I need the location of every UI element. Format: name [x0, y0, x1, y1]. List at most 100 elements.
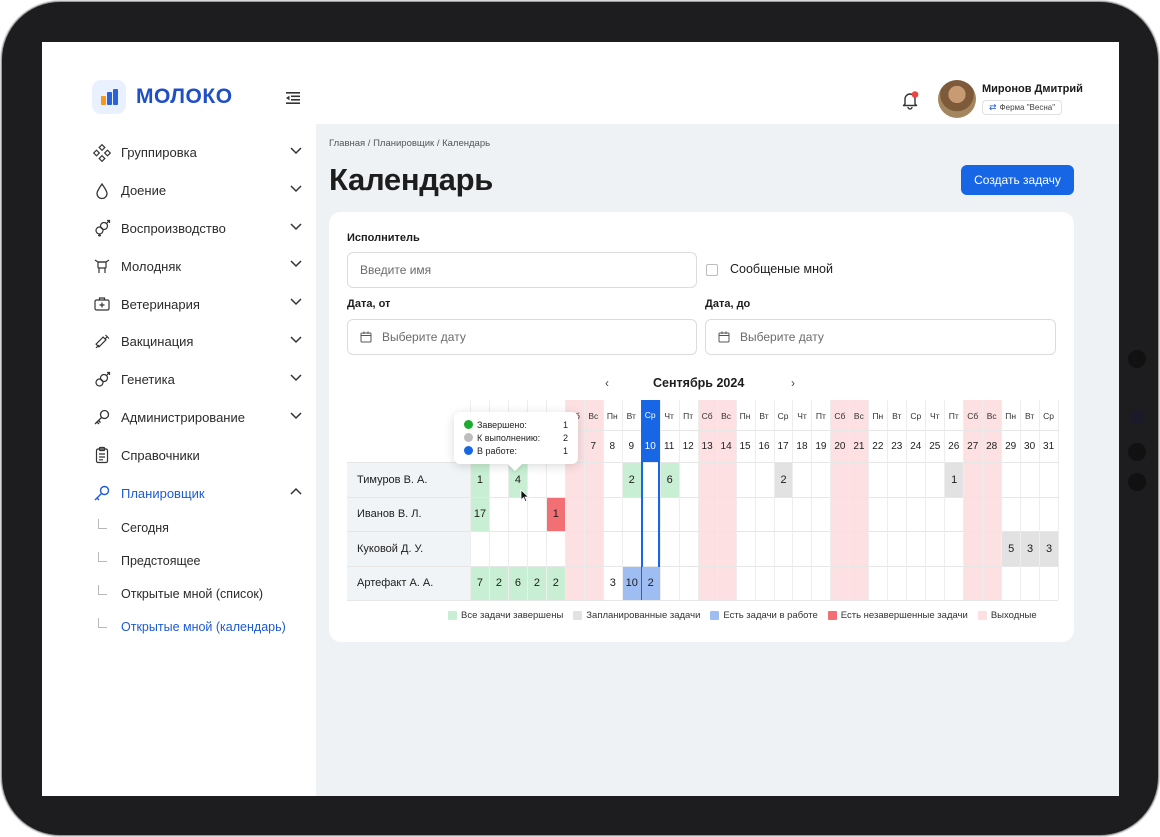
next-month-button[interactable]: ›: [791, 376, 795, 390]
task-count-cell[interactable]: 2: [774, 463, 793, 497]
legend-swatch: [710, 611, 720, 620]
reported-by-me-checkbox[interactable]: [706, 264, 718, 276]
date-header[interactable]: 15: [736, 430, 755, 462]
task-count-cell[interactable]: 2: [622, 463, 641, 497]
task-count-cell[interactable]: 6: [508, 566, 527, 600]
logo[interactable]: МОЛОКО: [92, 80, 233, 114]
date-header[interactable]: 12: [679, 430, 698, 462]
calendar-icon: [718, 331, 730, 343]
date-header[interactable]: 10: [640, 430, 660, 462]
create-task-button[interactable]: Создать задачу: [961, 165, 1074, 195]
collapse-menu-icon[interactable]: [286, 92, 300, 104]
weekday-header: Вт: [759, 411, 769, 421]
date-header[interactable]: 28: [982, 430, 1001, 462]
tooltip-row: Завершено: 1: [464, 418, 568, 431]
legend-item: Все задачи завершены: [448, 610, 563, 621]
date-header[interactable]: 14: [717, 430, 736, 462]
date-header[interactable]: 24: [906, 430, 925, 462]
task-count-cell[interactable]: 3: [1040, 532, 1059, 566]
sidebar-subitem-3[interactable]: Открытые мной (календарь): [92, 611, 302, 644]
sidebar-item-label: Доение: [121, 183, 167, 199]
task-count-cell[interactable]: 2: [527, 566, 546, 600]
task-count-cell[interactable]: 10: [622, 566, 641, 600]
sidebar-item-8[interactable]: Справочники: [92, 436, 302, 474]
date-header[interactable]: 29: [1001, 430, 1020, 462]
key-icon: [92, 407, 112, 427]
task-count-cell[interactable]: 3: [604, 567, 622, 601]
sidebar: МОЛОКО Группировка Доение Воспроизводство М…: [42, 42, 316, 796]
weekday-header: Пн: [872, 411, 884, 421]
grid-line: [1058, 400, 1060, 600]
sidebar-subitem-1[interactable]: Предстоящее: [92, 545, 302, 578]
date-header[interactable]: 16: [755, 430, 774, 462]
page-title: Календарь: [329, 162, 494, 197]
date-header[interactable]: 17: [774, 430, 793, 462]
date-header[interactable]: 11: [660, 430, 679, 462]
weekday-header: Вс: [588, 411, 599, 421]
sidebar-item-1[interactable]: Доение: [92, 172, 302, 210]
task-count-cell[interactable]: 5: [1002, 532, 1021, 566]
logo-icon: [92, 80, 126, 114]
vet-kit-icon: [92, 294, 112, 314]
weekday-header: Вс: [986, 411, 997, 421]
sidebar-subitem-0[interactable]: Сегодня: [92, 512, 302, 545]
legend-swatch: [977, 611, 987, 620]
sidebar-item-4[interactable]: Ветеринария: [92, 285, 302, 323]
date-header[interactable]: 25: [925, 430, 944, 462]
date-header[interactable]: 31: [1039, 430, 1058, 462]
task-count-cell[interactable]: 6: [660, 463, 679, 497]
date-header[interactable]: 20: [830, 430, 849, 462]
date-header[interactable]: 18: [792, 430, 811, 462]
executor-name: Иванов В. Л.: [347, 497, 470, 531]
avatar[interactable]: [938, 80, 976, 118]
date-header[interactable]: 7: [584, 430, 603, 462]
weekday-header: Вт: [1024, 411, 1035, 421]
date-header[interactable]: 26: [944, 430, 963, 462]
task-count-cell[interactable]: 2: [641, 566, 660, 600]
date-header[interactable]: 27: [963, 430, 982, 462]
tooltip-row: В работе: 1: [464, 444, 568, 457]
date-header[interactable]: 23: [887, 430, 906, 462]
sidebar-item-9[interactable]: Планировщик: [92, 474, 302, 512]
date-header[interactable]: 30: [1020, 430, 1039, 462]
sidebar-item-3[interactable]: Молодняк: [92, 247, 302, 285]
prev-month-button[interactable]: ‹: [605, 376, 609, 390]
notification-bell-icon[interactable]: [900, 90, 920, 110]
task-count-cell[interactable]: 2: [546, 566, 565, 600]
breadcrumb[interactable]: Главная / Планировщик / Календарь: [329, 138, 490, 149]
date-to-input[interactable]: Выберите дату: [705, 319, 1056, 355]
calendar-icon: [360, 331, 372, 343]
task-count-cell[interactable]: 7: [471, 566, 489, 600]
date-header[interactable]: 9: [622, 430, 641, 462]
weekday-header: Вт: [892, 411, 902, 421]
date-header[interactable]: 8: [603, 430, 622, 462]
date-header[interactable]: 21: [849, 430, 868, 462]
weekday-header: Пт: [815, 411, 826, 421]
date-from-input[interactable]: Выберите дату: [347, 319, 697, 355]
date-header[interactable]: 13: [698, 430, 717, 462]
sidebar-item-7[interactable]: Администрирование: [92, 399, 302, 437]
chevron-up-icon: [290, 488, 302, 495]
task-count-cell[interactable]: 3: [1021, 532, 1040, 566]
farm-switch-badge[interactable]: ⇄ Ферма "Весна": [982, 100, 1063, 115]
task-count-cell[interactable]: 2: [489, 566, 508, 600]
date-from-label: Дата, от: [347, 298, 391, 310]
sidebar-item-0[interactable]: Группировка: [92, 134, 302, 172]
date-header[interactable]: 19: [811, 430, 830, 462]
task-count-cell[interactable]: 17: [471, 497, 489, 531]
weekday-header: Пт: [948, 411, 959, 421]
chevron-down-icon: [290, 223, 302, 230]
task-count-cell[interactable]: 1: [945, 463, 964, 497]
task-count-cell[interactable]: 1: [546, 497, 565, 531]
sidebar-item-2[interactable]: Воспроизводство: [92, 210, 302, 248]
executor-input[interactable]: Введите имя: [347, 252, 697, 288]
date-header[interactable]: 22: [868, 430, 887, 462]
task-count-cell[interactable]: 1: [471, 463, 489, 497]
sidebar-item-6[interactable]: Генетика: [92, 361, 302, 399]
device-dot: [1128, 473, 1146, 491]
weekday-header: Пн: [739, 411, 751, 421]
legend-label: Запланированные задачи: [586, 610, 701, 621]
sidebar-subitem-2[interactable]: Открытые мной (список): [92, 578, 302, 611]
sidebar-item-5[interactable]: Вакцинация: [92, 323, 302, 361]
reported-by-me-label[interactable]: Сообщеные мной: [730, 262, 833, 276]
